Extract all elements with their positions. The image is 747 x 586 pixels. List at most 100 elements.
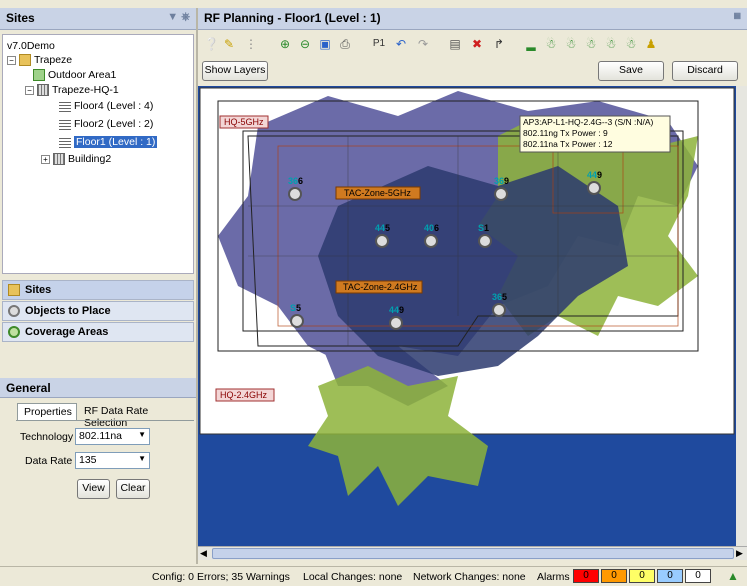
scroll-right-icon[interactable]: ▶ (736, 548, 743, 559)
nav-objects-button[interactable]: Objects to Place (2, 301, 194, 321)
alarm-info[interactable]: 0 (685, 569, 711, 583)
ap-ng-icon[interactable]: ☃ (624, 37, 638, 51)
pin-icon[interactable]: ⎈ (181, 11, 190, 23)
zoom-fit-icon[interactable]: ▣ (318, 37, 332, 51)
scroll-left-icon[interactable]: ◀ (200, 548, 207, 559)
access-point[interactable]: 365 (492, 291, 507, 317)
access-point-icon (288, 187, 302, 201)
discard-button[interactable]: Discard (672, 61, 738, 81)
ap-g-icon[interactable]: ☃ (584, 37, 598, 51)
technology-label: Technology (20, 431, 74, 443)
maximize-icon[interactable]: ▦ (733, 11, 741, 20)
clear-button[interactable]: Clear (116, 479, 150, 499)
preview-icon[interactable]: ▤ (448, 37, 462, 51)
access-point[interactable]: S5 (290, 302, 304, 328)
tree-node-root[interactable]: v7.0Demo (7, 39, 55, 53)
horizontal-scrollbar[interactable]: ◀ ▶ (198, 546, 747, 560)
access-point[interactable]: 445 (375, 222, 390, 248)
sites-panel-header: Sites ▼ ⎈ (0, 8, 196, 30)
access-point-icon (478, 234, 492, 248)
tree-node-floor4[interactable]: Floor4 (Level : 4) (59, 99, 153, 113)
access-point-icon (587, 181, 601, 195)
print-icon[interactable]: ⎙ (338, 37, 352, 51)
show-layers-button[interactable]: Show Layers (202, 61, 268, 81)
ap-b-icon[interactable]: ☃ (564, 37, 578, 51)
alarms-label: Alarms (537, 571, 570, 583)
floor-icon (59, 136, 71, 149)
dimension-icon[interactable]: ↱ (492, 37, 506, 51)
scroll-thumb[interactable] (212, 548, 734, 559)
tree-node-building2[interactable]: + Building2 (41, 152, 111, 166)
alarm-minor[interactable]: 0 (629, 569, 655, 583)
access-point[interactable]: 449 (587, 169, 602, 195)
ap-a-icon[interactable]: ☃ (544, 37, 558, 51)
tooltip-line-2: 802.11ng Tx Power : 9 (523, 128, 608, 138)
access-point[interactable]: 406 (424, 222, 439, 248)
building-icon (37, 84, 49, 97)
general-panel-header: General (0, 378, 196, 398)
tab-divider (16, 420, 194, 421)
vertical-scrollbar[interactable] (736, 86, 747, 546)
expand-toggle[interactable]: + (41, 154, 50, 164)
undo-icon[interactable]: ↶ (394, 37, 408, 51)
technology-select[interactable]: 802.11na ▼ (75, 428, 150, 445)
access-point-icon (424, 234, 438, 248)
label-icon[interactable]: P1 (372, 37, 386, 51)
access-point[interactable]: S1 (478, 222, 492, 248)
ap-na-icon[interactable]: ☃ (604, 37, 618, 51)
alarm-major[interactable]: 0 (601, 569, 627, 583)
filter-icon[interactable]: ▼ (167, 11, 178, 23)
floor-plan-canvas[interactable]: HQ-5GHz HQ-2.4GHz TAC-Zone-5GHz TAC-Zone… (198, 86, 736, 546)
zone-label-tac24[interactable]: TAC-Zone-2.4GHz (343, 282, 417, 292)
zone-label-tac5[interactable]: TAC-Zone-5GHz (344, 188, 411, 198)
site-tree[interactable]: v7.0Demo − Trapeze Outdoor Area1 − Trapeze… (2, 34, 194, 274)
help-icon[interactable]: ❔ (204, 37, 219, 51)
chevron-down-icon: ▼ (138, 430, 146, 439)
nav-sites-button[interactable]: Sites (2, 280, 194, 300)
tooltip-line-1: AP3:AP-L1-HQ-2.4G--3 (S/N :N/A) (523, 117, 654, 127)
tooltip-line-3: 802.11na Tx Power : 12 (523, 139, 613, 149)
access-point[interactable]: 449 (389, 304, 404, 330)
sites-panel-title: Sites (6, 11, 35, 25)
alarm-critical[interactable]: 0 (573, 569, 599, 583)
network-changes-status: Network Changes: none (413, 571, 526, 583)
grid-icon[interactable]: ⋮ (244, 37, 258, 51)
access-point-icon (8, 305, 20, 317)
zoom-out-icon[interactable]: ⊖ (298, 37, 312, 51)
access-point-icon (389, 316, 403, 330)
access-point[interactable]: 366 (288, 175, 303, 201)
access-point-icon (375, 234, 389, 248)
tree-node-floor2[interactable]: Floor2 (Level : 2) (59, 117, 153, 131)
save-button[interactable]: Save (598, 61, 664, 81)
data-rate-select[interactable]: 135 ▼ (75, 452, 150, 469)
tree-node-trapeze-hq-1[interactable]: − Trapeze-HQ-1 (25, 83, 119, 97)
person-icon[interactable]: ♟ (644, 37, 658, 51)
rf-toolbar: ❔ ✎ ⋮ ⊕ ⊖ ▣ ⎙ P1 ↶ ↷ ▤ ✖ ↱ ▂ ☃ ☃ ☃ ☃ ☃ ♟ (198, 32, 747, 58)
tree-node-floor1[interactable]: Floor1 (Level : 1) (59, 135, 158, 149)
view-button[interactable]: View (77, 479, 110, 499)
nav-coverage-button[interactable]: Coverage Areas (2, 322, 194, 342)
rf-panel-title: RF Planning - Floor1 (Level : 1) (204, 11, 381, 25)
collapse-toggle[interactable]: − (7, 55, 16, 65)
floor-plan-drawing (198, 86, 736, 546)
tab-properties[interactable]: Properties (17, 403, 77, 421)
redo-icon[interactable]: ↷ (416, 37, 430, 51)
signal-bars-icon[interactable]: ▂ (524, 37, 538, 51)
chevron-down-icon: ▼ (138, 454, 146, 463)
data-rate-label: Data Rate (25, 455, 73, 467)
zone-label-hq5[interactable]: HQ-5GHz (224, 117, 264, 127)
tree-node-outdoor-area[interactable]: Outdoor Area1 (33, 68, 116, 82)
alarm-warning[interactable]: 0 (657, 569, 683, 583)
header-icons: ▼ ⎈ (167, 11, 190, 24)
zone-label-hq24[interactable]: HQ-2.4GHz (220, 390, 267, 400)
zoom-in-icon[interactable]: ⊕ (278, 37, 292, 51)
access-point-icon (492, 303, 506, 317)
delete-icon[interactable]: ✖ (470, 37, 484, 51)
tab-rf-data-rate[interactable]: RF Data Rate Selection (78, 403, 196, 429)
config-status: Config: 0 Errors; 35 Warnings (152, 571, 290, 583)
tree-node-trapeze[interactable]: − Trapeze (7, 53, 72, 67)
access-point[interactable]: 369 (494, 175, 509, 201)
measure-icon[interactable]: ✎ (222, 37, 236, 51)
rf-panel-header: RF Planning - Floor1 (Level : 1) ▦ (198, 8, 747, 30)
collapse-toggle[interactable]: − (25, 85, 34, 95)
